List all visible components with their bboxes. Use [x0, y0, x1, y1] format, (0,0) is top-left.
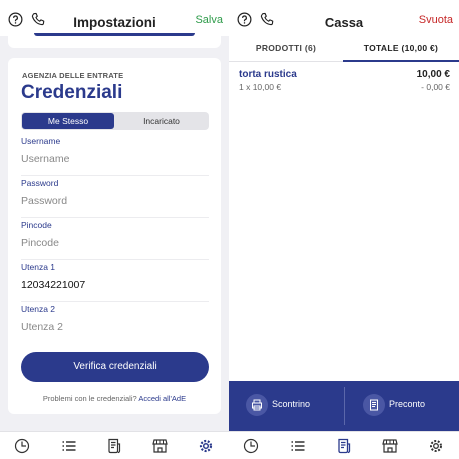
document-icon — [370, 399, 378, 411]
settings-pane: Impostazioni Salva AGENZIA DELLE ENTRATE… — [0, 0, 229, 459]
cash-register-pane: Cassa Svuota PRODOTTI (6) TOTALE (10,00 … — [229, 0, 459, 459]
receipt-icon[interactable] — [106, 438, 122, 454]
utenza1-label: Utenza 1 — [21, 262, 56, 272]
bottom-nav — [229, 431, 459, 459]
item-discount: - 0,00 € — [421, 82, 450, 92]
utenza2-field[interactable]: Utenza 2 Utenza 2 — [21, 304, 209, 344]
password-field[interactable]: Password Password — [21, 178, 209, 218]
verify-credentials-button[interactable]: Verifica credenziali — [21, 352, 209, 382]
password-input[interactable]: Password — [21, 195, 67, 207]
cart-item[interactable]: torta rustica 1 x 10,00 € 10,00 € - 0,00… — [239, 66, 450, 94]
tab-total[interactable]: TOTALE (10,00 €) — [343, 36, 459, 62]
checkout-bar: Scontrino Preconto — [229, 381, 459, 431]
utenza1-field[interactable]: Utenza 1 12034221007 — [21, 262, 209, 302]
empty-cart-button[interactable]: Svuota — [419, 14, 453, 26]
username-input[interactable]: Username — [21, 153, 69, 165]
save-button[interactable]: Salva — [195, 14, 223, 26]
item-name: torta rustica — [239, 69, 297, 80]
receipt-button[interactable]: Scontrino — [229, 381, 344, 431]
username-label: Username — [21, 136, 61, 146]
preaccount-icon-bg — [363, 394, 385, 416]
agency-label: AGENZIA DELLE ENTRATE — [22, 71, 124, 80]
store-icon[interactable] — [382, 438, 398, 454]
credentials-card: AGENZIA DELLE ENTRATE Credenziali Me Ste… — [8, 58, 221, 414]
cart-tabs: PRODOTTI (6) TOTALE (10,00 €) — [229, 36, 459, 62]
utenza2-input[interactable]: Utenza 2 — [21, 321, 63, 333]
list-icon[interactable] — [61, 438, 77, 454]
receipt-icon[interactable] — [336, 438, 352, 454]
printer-icon — [252, 399, 262, 411]
receipt-label: Scontrino — [272, 399, 311, 409]
clock-icon[interactable] — [14, 438, 30, 454]
list-icon[interactable] — [290, 438, 306, 454]
store-icon[interactable] — [152, 438, 168, 454]
clock-icon[interactable] — [243, 438, 259, 454]
identity-segmented-control: Me Stesso Incaricato — [21, 112, 209, 130]
preaccount-label: Preconto — [389, 399, 426, 409]
previous-card-edge — [34, 33, 195, 36]
item-quantity: 1 x 10,00 € — [239, 82, 282, 92]
help-question: Problemi con le credenziali? — [42, 394, 137, 403]
bottom-nav — [0, 431, 229, 459]
cash-header: Cassa Svuota — [229, 0, 459, 36]
preaccount-button[interactable]: Preconto — [345, 381, 459, 431]
help-text: Problemi con le credenziali? Accedi all'… — [8, 394, 221, 403]
card-title: Credenziali — [21, 82, 123, 103]
password-label: Password — [21, 178, 59, 188]
segment-me-stesso[interactable]: Me Stesso — [22, 113, 114, 129]
pincode-label: Pincode — [21, 220, 52, 230]
tab-products[interactable]: PRODOTTI (6) — [229, 36, 343, 62]
utenza1-input[interactable]: 12034221007 — [21, 279, 85, 291]
ade-login-link[interactable]: Accedi all'AdE — [138, 394, 186, 403]
pincode-field[interactable]: Pincode Pincode — [21, 220, 209, 260]
gear-icon[interactable] — [428, 438, 444, 454]
segment-incaricato[interactable]: Incaricato — [115, 113, 208, 129]
pincode-input[interactable]: Pincode — [21, 237, 59, 249]
username-field[interactable]: Username Username — [21, 136, 209, 176]
gear-icon[interactable] — [198, 438, 214, 454]
utenza2-label: Utenza 2 — [21, 304, 56, 314]
previous-card — [8, 30, 221, 48]
receipt-icon-bg — [246, 394, 268, 416]
item-price: 10,00 € — [416, 69, 450, 80]
